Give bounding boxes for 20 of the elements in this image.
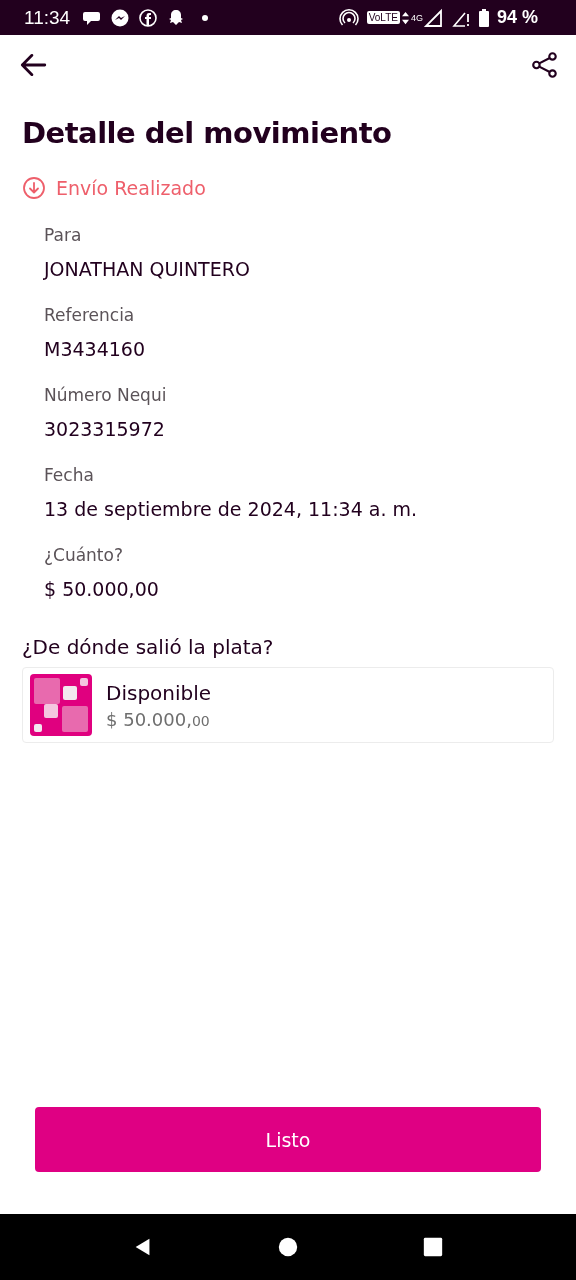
section-heading: ¿De dónde salió la plata?	[22, 635, 275, 659]
status-label: Envío Realizado	[56, 177, 206, 199]
battery-percentage: 94 %	[496, 7, 538, 28]
account-balance: $ 50.000,00	[106, 708, 211, 730]
network-type: 4G	[410, 13, 423, 23]
field-value: 3023315972	[44, 417, 166, 441]
field-label: Referencia	[44, 304, 136, 326]
done-button[interactable]: Listo	[35, 1107, 541, 1172]
page-title: Detalle del movimiento	[22, 116, 393, 150]
field-label: Fecha	[44, 464, 95, 486]
field-label: ¿Cuánto?	[44, 544, 124, 566]
field-value: $ 50.000,00	[44, 577, 160, 601]
clock: 11:34	[24, 6, 71, 29]
account-name: Disponible	[106, 680, 212, 705]
field-label: Número Nequi	[44, 384, 168, 406]
field-value: JONATHAN QUINTERO	[44, 257, 251, 281]
field-value: M3434160	[44, 337, 146, 361]
account-card[interactable]: Disponible $ 50.000,00	[22, 667, 554, 743]
field-value: 13 de septiembre de 2024, 11:34 a. m.	[44, 497, 419, 521]
field-label: Para	[44, 224, 83, 246]
